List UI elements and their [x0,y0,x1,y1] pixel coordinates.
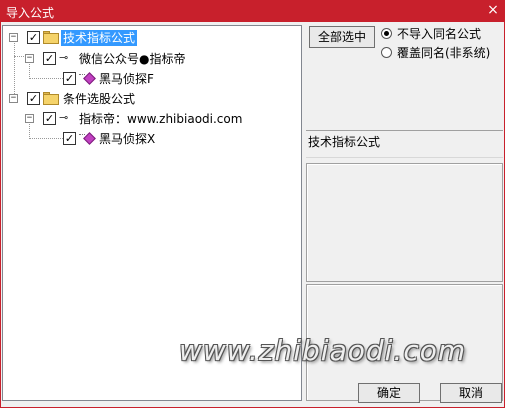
node-checkbox[interactable]: ✓ [43,52,56,65]
node-checkbox[interactable]: ✓ [43,112,56,125]
ok-button[interactable]: 确定 [358,383,420,403]
folder-icon [43,92,59,105]
node-label: 黑马侦探F [99,72,154,86]
key-icon: ⊸ [59,111,69,124]
radio-label: 不导入同名公式 [397,27,482,41]
radio-skip-duplicates[interactable]: 不导入同名公式 [381,26,501,42]
node-label: 条件选股公式 [63,92,136,106]
window-title: 导入公式 [6,6,55,20]
collapse-expander[interactable]: − [25,54,34,63]
collapse-expander[interactable]: − [9,33,18,42]
tree-node-tech-indicator[interactable]: − ✓ 技术指标公式 [7,29,167,47]
radio-overwrite-duplicates[interactable]: 覆盖同名(非系统) [381,45,503,61]
collapse-expander[interactable]: − [9,94,18,103]
node-checkbox[interactable]: ✓ [63,132,76,145]
tree-node-site-author[interactable]: − ✓ ⊸ 指标帝：www.zhibiaodi.com [21,110,261,128]
formula-link-icon [79,134,85,135]
tree-node-stock-screen[interactable]: − ✓ 条件选股公式 [7,90,167,108]
import-formula-dialog: − ✓ 技术指标公式 − ✓ ⊸ 微信公众号●指标帝 ✓ 黑马侦探F − ✓ 条… [0,22,505,408]
node-label: 技术指标公式 [61,30,138,46]
cancel-button[interactable]: 取消 [440,383,502,403]
radio-button[interactable] [381,47,392,58]
watermark-text: www.zhibiaodi.com [179,334,467,367]
formula-gem-icon [83,72,96,85]
node-checkbox[interactable]: ✓ [63,72,76,85]
node-label: 指标帝：www.zhibiaodi.com [79,112,243,126]
tree-line [29,138,63,139]
node-label: 微信公众号●指标帝 [79,52,186,66]
node-checkbox[interactable]: ✓ [27,31,40,44]
radio-button[interactable] [381,28,392,39]
title-bar[interactable]: 导入公式 × [0,0,505,22]
key-icon: ⊸ [59,51,69,64]
tree-node-formula-f[interactable]: ✓ 黑马侦探F [61,70,181,88]
node-label: 黑马侦探X [99,132,156,146]
formula-category-info: 技术指标公式 [306,130,503,158]
radio-label: 覆盖同名(非系统) [397,46,491,60]
node-checkbox[interactable]: ✓ [27,92,40,105]
select-all-button[interactable]: 全部选中 [309,26,375,48]
tree-node-formula-x[interactable]: ✓ 黑马侦探X [61,130,181,148]
collapse-expander[interactable]: − [25,114,34,123]
formula-gem-icon [83,132,96,145]
folder-icon [43,31,59,44]
tree-node-wechat-author[interactable]: − ✓ ⊸ 微信公众号●指标帝 [21,50,221,68]
tree-line [29,78,63,79]
category-text: 技术指标公式 [308,135,381,149]
formula-link-icon [79,74,85,75]
formula-description-panel [306,163,503,282]
close-button[interactable]: × [485,2,501,18]
